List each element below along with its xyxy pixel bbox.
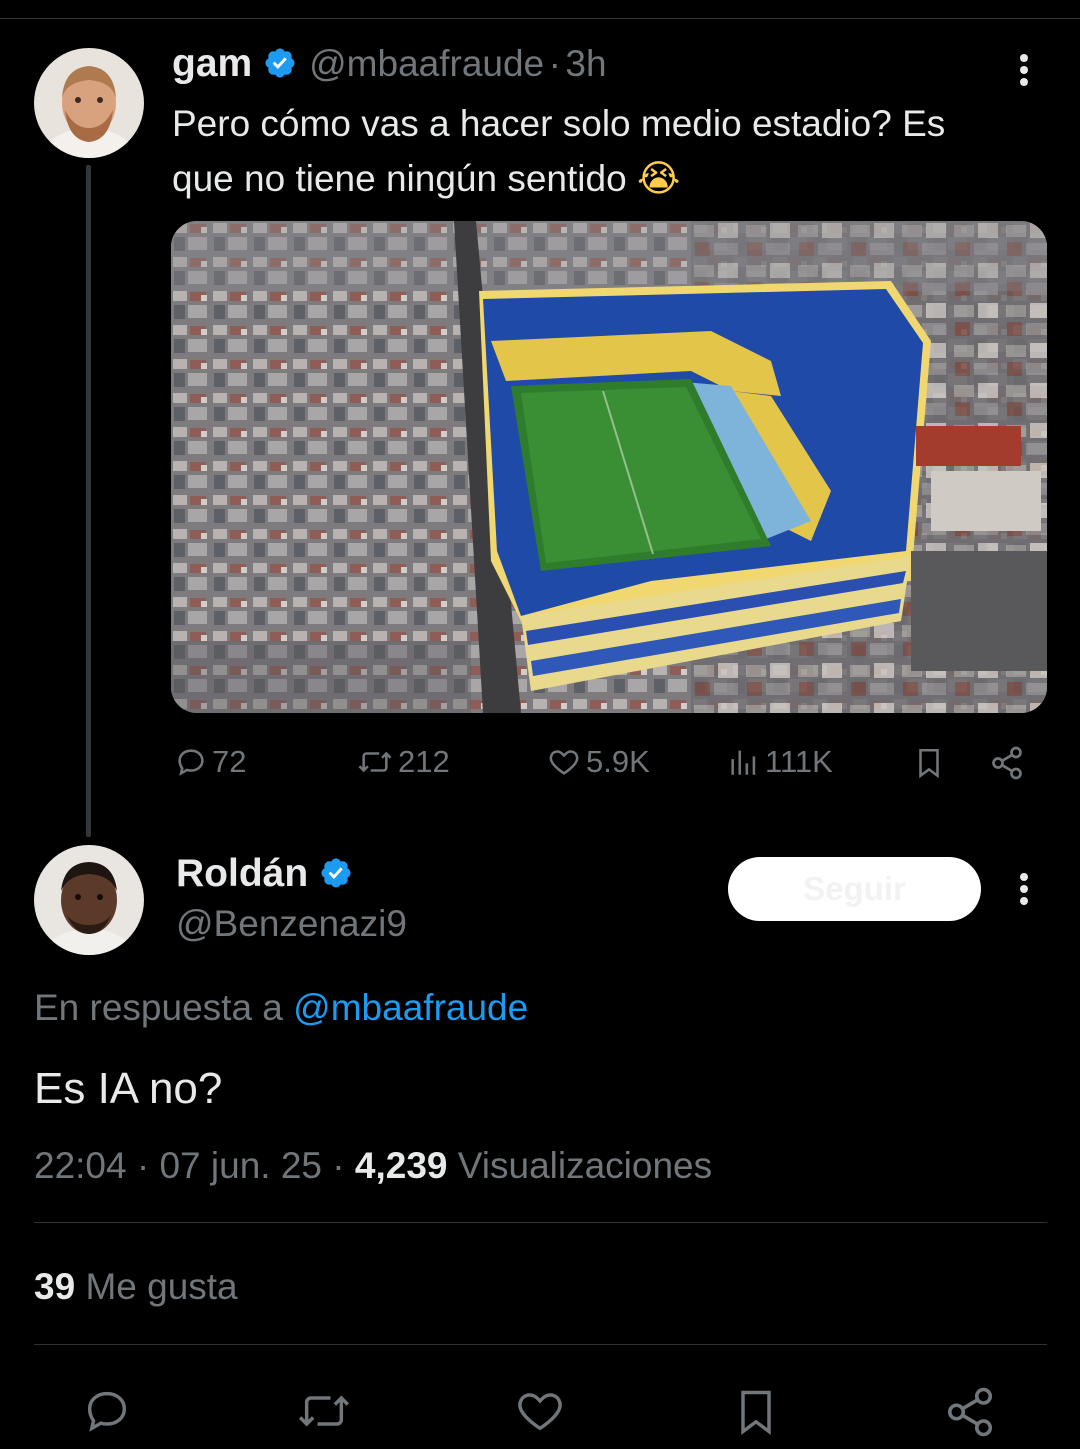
likes-summary[interactable]: 39 Me gusta — [34, 1266, 238, 1308]
like-count: 5.9K — [586, 744, 650, 779]
in-reply-prefix: En respuesta a — [34, 987, 283, 1028]
repost-action[interactable]: 212 — [356, 744, 450, 780]
reply-author-handle[interactable]: @Benzenazi9 — [176, 903, 407, 945]
tweet-text-line2: que no tiene ningún sentido 😭 — [172, 151, 1052, 206]
likes-label: Me gusta — [85, 1266, 238, 1307]
follow-button[interactable]: Seguir — [728, 857, 981, 921]
reply-icon[interactable] — [80, 1385, 134, 1437]
avatar-roldan[interactable] — [34, 845, 144, 955]
meta-dot-2: · — [332, 1145, 345, 1186]
reply-icon — [174, 745, 208, 779]
author-handle[interactable]: @mbaafraude — [309, 43, 544, 84]
reply-time[interactable]: 22:04 — [34, 1145, 127, 1186]
divider — [34, 1222, 1047, 1223]
views-label: Visualizaciones — [457, 1145, 713, 1186]
repost-count: 212 — [398, 744, 450, 779]
heart-icon[interactable] — [512, 1385, 568, 1437]
in-reply-to: En respuesta a @mbaafraude — [34, 987, 528, 1029]
reply-header: Roldán — [176, 852, 353, 896]
reply-date[interactable]: 07 jun. 25 — [159, 1145, 322, 1186]
like-action[interactable]: 5.9K — [546, 744, 650, 780]
bookmark-icon[interactable] — [730, 1385, 782, 1439]
tweet-text-line1: Pero cómo vas a hacer solo medio estadio… — [172, 103, 946, 144]
views-action[interactable]: 111K — [727, 744, 833, 780]
views-chart-icon — [727, 745, 761, 779]
thread-connector — [86, 165, 91, 837]
tweet-media-stadium-image[interactable] — [171, 221, 1047, 713]
header-separator: · — [548, 43, 561, 84]
repost-icon[interactable] — [294, 1385, 354, 1437]
more-vertical-icon[interactable] — [1012, 52, 1036, 93]
share-icon[interactable] — [988, 745, 1026, 786]
reply-text: Es IA no? — [34, 1064, 223, 1113]
tweet-time[interactable]: 3h — [565, 43, 606, 84]
verified-badge-icon — [263, 46, 297, 80]
bookmark-icon[interactable] — [912, 745, 946, 786]
views-count: 111K — [765, 744, 833, 779]
top-divider — [0, 18, 1080, 19]
share-icon[interactable] — [942, 1385, 998, 1439]
reply-count: 72 — [212, 744, 247, 779]
reply-action[interactable]: 72 — [174, 744, 246, 780]
author-name[interactable]: gam — [172, 42, 252, 85]
reply-author-name[interactable]: Roldán — [176, 852, 308, 895]
views-number: 4,239 — [354, 1145, 448, 1186]
more-vertical-icon[interactable] — [1012, 871, 1036, 912]
verified-badge-icon — [319, 856, 353, 890]
in-reply-handle-link[interactable]: @mbaafraude — [293, 987, 528, 1028]
crying-emoji: 😭 — [636, 157, 681, 200]
heart-icon — [546, 745, 582, 779]
repost-icon — [356, 745, 394, 779]
tweet-text-line2-content: que no tiene ningún sentido — [172, 158, 627, 199]
divider — [34, 1344, 1047, 1345]
avatar-gam[interactable] — [34, 48, 144, 158]
reply-meta: 22:04 · 07 jun. 25 · 4,239 Visualizacion… — [34, 1145, 712, 1187]
tweet-text: Pero cómo vas a hacer solo medio estadio… — [172, 96, 1052, 206]
likes-number: 39 — [34, 1266, 76, 1307]
tweet-header: gam @mbaafraude · 3h — [172, 42, 607, 86]
meta-dot-1: · — [136, 1145, 150, 1186]
